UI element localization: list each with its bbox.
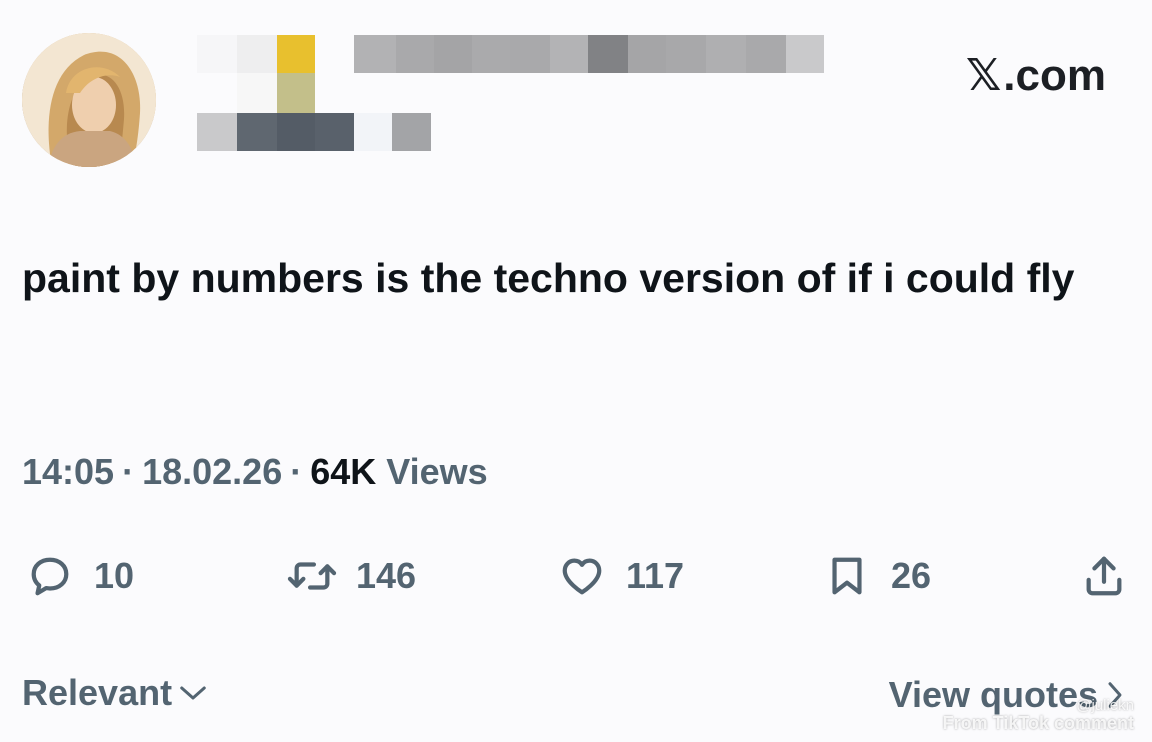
bookmark-icon [819, 548, 875, 604]
repost-icon [284, 548, 340, 604]
repost-button[interactable]: 146 [284, 548, 416, 604]
sort-label: Relevant [22, 672, 173, 713]
avatar-image [22, 33, 156, 167]
meta-separator: · [290, 451, 303, 492]
share-button[interactable] [1076, 548, 1132, 604]
site-domain: .com [1003, 50, 1106, 100]
tweet-time[interactable]: 14:05 [22, 451, 114, 493]
site-label: 𝕏 .com [966, 50, 1106, 101]
tweet-meta: 14:05 · 18.02.26 · 64K Views [22, 451, 488, 493]
reply-button[interactable]: 10 [22, 548, 134, 604]
meta-separator: · [122, 451, 135, 492]
watermark-handle: @juliekn [1076, 696, 1134, 714]
like-button[interactable]: 117 [554, 548, 684, 604]
tweet-card: 𝕏 .com paint by numbers is the techno ve… [0, 0, 1152, 742]
x-logo-icon: 𝕏 [965, 50, 1002, 101]
tiktok-watermark: @juliekn From TikTok comment [942, 696, 1134, 734]
share-icon [1076, 548, 1132, 604]
bookmark-count: 26 [891, 555, 932, 596]
heart-icon [554, 548, 610, 604]
bookmark-button[interactable]: 26 [819, 548, 931, 604]
chevron-down-icon [178, 682, 208, 704]
tweet-date[interactable]: 18.02.26 [142, 451, 282, 493]
reply-icon [22, 548, 78, 604]
watermark-source: From TikTok comment [942, 713, 1134, 734]
action-bar: 10 146 117 26 [22, 548, 1132, 604]
like-count: 117 [626, 555, 685, 596]
avatar[interactable] [22, 33, 156, 167]
repost-count: 146 [356, 555, 417, 596]
views-count: 64K [310, 451, 377, 492]
views-label: Views [386, 451, 488, 492]
tweet-text: paint by numbers is the techno version o… [22, 255, 1075, 301]
reply-count: 10 [94, 555, 135, 596]
sort-dropdown[interactable]: Relevant [22, 672, 208, 714]
